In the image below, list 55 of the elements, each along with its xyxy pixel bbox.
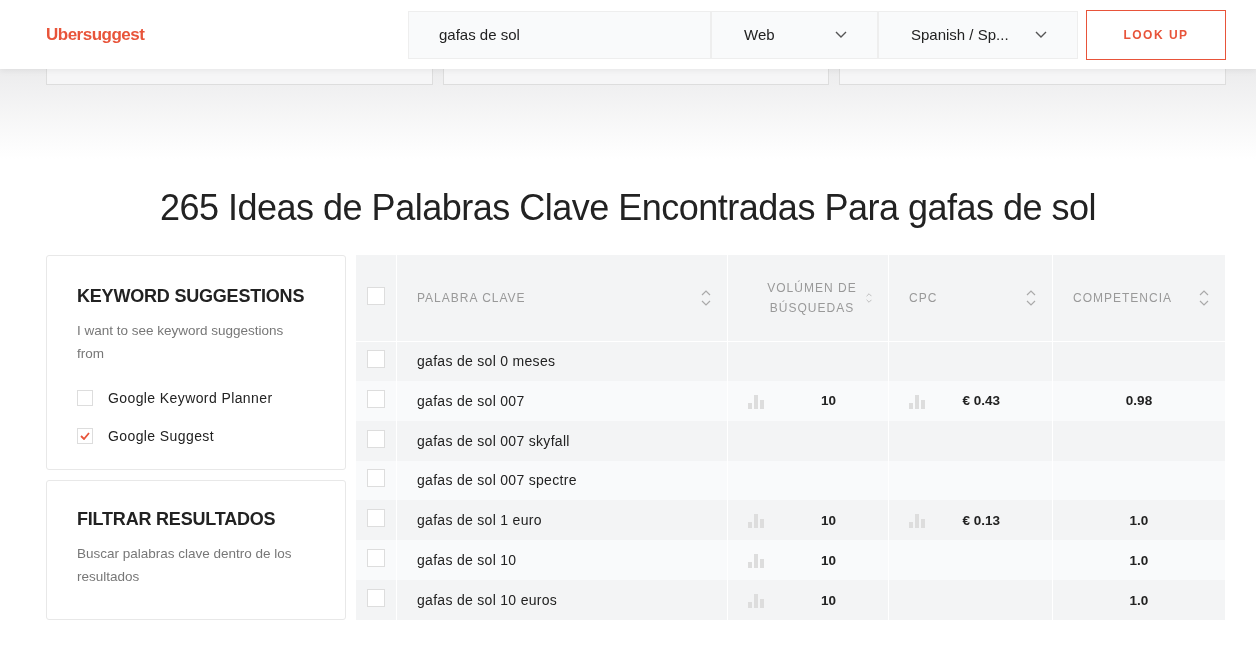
bar-chart-icon[interactable] [748, 552, 765, 569]
card-title: KEYWORD SUGGESTIONS [77, 286, 306, 307]
logo[interactable]: Ubersuggest [46, 24, 145, 45]
keyword-cell: gafas de sol 0 meses [417, 353, 556, 370]
row-checkbox[interactable] [367, 589, 385, 608]
chevron-down-icon [1035, 30, 1047, 39]
volume-cell: 10 [820, 592, 836, 608]
language-dropdown[interactable]: Spanish / Sp... [878, 10, 1078, 59]
keyword-cell: gafas de sol 007 spectre [417, 472, 577, 489]
sort-icon[interactable] [701, 288, 711, 307]
column-header[interactable]: VOLÚMEN DE BÚSQUEDAS [758, 277, 866, 318]
source-option[interactable]: Google Suggest [77, 417, 315, 455]
source-dropdown[interactable]: Web [711, 10, 878, 59]
card-description: I want to see keyword suggestions from [77, 322, 285, 363]
cpc-cell: € 0.13 [962, 512, 1000, 528]
check-icon [80, 432, 90, 440]
row-checkbox[interactable] [367, 509, 385, 528]
checkbox[interactable] [77, 390, 93, 406]
bar-chart-icon[interactable] [748, 592, 765, 609]
keyword-cell: gafas de sol 007 [417, 392, 525, 409]
volume-cell: 10 [820, 512, 836, 528]
bar-chart-icon[interactable] [909, 392, 926, 409]
sort-icon[interactable] [1199, 288, 1209, 307]
volume-cell: 10 [820, 552, 836, 568]
source-option[interactable]: Google Keyword Planner [77, 379, 315, 417]
keyword-cell: gafas de sol 1 euro [417, 512, 542, 529]
card-description: Buscar palabras clave dentro de los resultados [77, 545, 293, 586]
bar-chart-icon[interactable] [909, 512, 926, 529]
column-header[interactable]: CPC [909, 287, 938, 308]
checkbox[interactable] [77, 428, 93, 444]
row-checkbox[interactable] [367, 469, 385, 488]
keyword-cell: gafas de sol 10 euros [417, 592, 558, 609]
competition-cell: 0.98 [1125, 393, 1153, 409]
competition-cell: 1.0 [1129, 552, 1149, 568]
volume-cell: 10 [820, 393, 836, 409]
row-checkbox[interactable] [367, 350, 385, 369]
row-checkbox[interactable] [367, 429, 385, 448]
sort-icon[interactable] [1026, 288, 1036, 307]
page-heading: 265 Ideas de Palabras Clave Encontradas Para gafas de sol [158, 187, 1098, 227]
look-up-button[interactable]: LOOK UP [1086, 9, 1226, 60]
select-all-checkbox[interactable] [367, 286, 385, 305]
card-title: FILTRAR RESULTADOS [77, 509, 277, 530]
column-header[interactable]: COMPETENCIA [1073, 287, 1172, 308]
keyword-cell: gafas de sol 10 [417, 552, 517, 569]
row-checkbox[interactable] [367, 389, 385, 408]
keyword-cell: gafas de sol 007 skyfall [417, 432, 570, 449]
competition-cell: 1.0 [1129, 512, 1149, 528]
bar-chart-icon[interactable] [748, 392, 765, 409]
column-header[interactable]: PALABRA CLAVE [417, 287, 526, 308]
row-checkbox[interactable] [367, 549, 385, 568]
chevron-down-icon [835, 30, 847, 39]
cpc-cell: € 0.43 [962, 393, 1000, 409]
bar-chart-icon[interactable] [748, 512, 765, 529]
search-field[interactable]: gafas de sol [408, 10, 711, 59]
competition-cell: 1.0 [1129, 592, 1149, 608]
